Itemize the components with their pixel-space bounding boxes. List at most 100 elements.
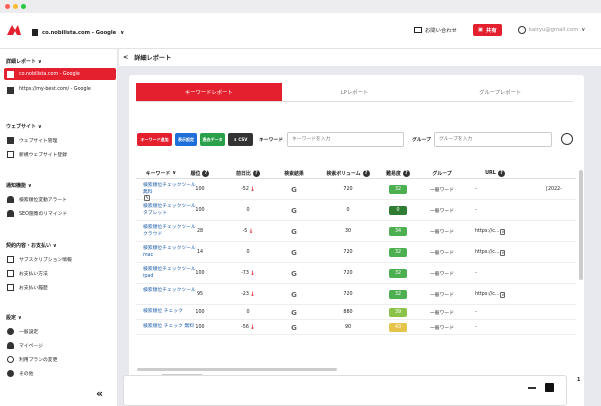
difficulty-cell: 32 [384, 242, 412, 263]
chevron-down-icon: ∨ [172, 170, 177, 176]
download-icon: ⬇ [233, 137, 237, 142]
col-difficulty[interactable]: 難易度? [384, 168, 412, 178]
sidebar-item-payment-history[interactable]: お支払い履歴 [4, 281, 116, 293]
diff-cell: -73 ↓ [241, 270, 255, 277]
group-filter-input[interactable] [434, 132, 552, 147]
url-cell[interactable]: https://c... ∨ [475, 284, 506, 305]
sidebar-item-payment-method[interactable]: お支払い方法 [4, 267, 116, 279]
back-icon[interactable]: < [123, 54, 128, 61]
google-icon[interactable]: G [279, 179, 309, 200]
url-cell[interactable]: - [475, 305, 505, 320]
col-volume[interactable]: 検索ボリューム? [321, 168, 375, 178]
difficulty-badge: 34 [389, 227, 407, 236]
site-icon [32, 29, 38, 36]
chevron-down-icon[interactable]: ∨ [500, 249, 506, 256]
past-data-button[interactable]: 過去データ [200, 133, 225, 146]
url-cell[interactable]: - [475, 200, 505, 221]
table-row: 検索順位チェックツール 無料 ✎ 100 -52 ↓ G 720 32 一般ワード - [2022- [136, 179, 576, 201]
chevron-down-icon: ∨ [581, 27, 586, 33]
google-icon[interactable]: G [279, 284, 309, 305]
sidebar-section-billing[interactable]: 契約内容・お支払い ∨ [6, 242, 57, 249]
user-avatar-icon [518, 26, 526, 34]
maximize-dot[interactable] [21, 4, 26, 9]
sidebar-item-seo-remind[interactable]: SEO施策のリマインド [4, 207, 116, 219]
vertical-scrollbar[interactable] [579, 170, 583, 280]
url-cell[interactable]: https://c... ∨ [475, 221, 506, 242]
minimize-dot[interactable] [13, 4, 18, 9]
expand-icon[interactable] [545, 383, 554, 392]
report-card: キーワードレポート LPレポート グループレポート キーワード追加 表示設定 過… [129, 75, 584, 406]
account-menu[interactable]: kairyu@gmail.com ∨ [518, 24, 585, 36]
card-icon [7, 269, 14, 277]
site-selector[interactable]: co.nobilista.com - Google ∨ [32, 29, 124, 36]
tab-keyword-report[interactable]: キーワードレポート [136, 83, 282, 102]
col-diff[interactable]: 前日比? [233, 168, 263, 178]
sidebar: 詳細レポート ∨ co.nobilista.com - Google https… [0, 49, 118, 406]
sidebar-item-mypage[interactable]: マイページ [4, 339, 116, 351]
site-name: co.nobilista.com - Google [42, 29, 117, 36]
volume-cell: 720 [343, 250, 353, 255]
sidebar-section-reports[interactable]: 詳細レポート ∨ [6, 58, 42, 65]
sidebar-item-other[interactable]: その他 [4, 367, 116, 379]
difficulty-cell: 39 [384, 305, 412, 320]
table-row: 検索順位 チェック 無料 100 -56 ↓ G 90 43 一般ワード - [136, 320, 576, 335]
col-rank[interactable]: 順位? [189, 168, 211, 178]
google-icon[interactable]: G [279, 200, 309, 221]
difficulty-cell: 32 [384, 284, 412, 305]
url-cell[interactable]: - [475, 320, 505, 335]
sidebar-section-website[interactable]: ウェブサイト ∨ [6, 123, 42, 130]
table-row: 検索順位チェックツール クラウド 28 -5 ↓ G 30 34 一般ワード https://c… [136, 221, 576, 242]
col-search-result[interactable]: 検索結果 [279, 168, 309, 178]
chevron-down-icon[interactable]: ∨ [500, 291, 506, 298]
col-group[interactable]: グループ [427, 168, 457, 178]
col-keyword[interactable]: キーワード ∨ [136, 168, 186, 178]
diff-cell: 0 [246, 310, 250, 315]
extra-cell [534, 200, 574, 221]
tab-lp-report[interactable]: LPレポート [281, 83, 428, 102]
grid-icon [7, 136, 14, 144]
rank-cell: 100 [195, 271, 205, 276]
group-cell: 一般ワード [430, 251, 454, 256]
url-cell[interactable]: https://c... ∨ [475, 242, 506, 263]
chevron-down-icon[interactable]: ∨ [500, 228, 506, 235]
sidebar-item-subscription[interactable]: サブスクリプション情報 [4, 253, 116, 265]
volume-cell: 720 [343, 292, 353, 297]
url-cell[interactable]: - [475, 263, 505, 284]
sidebar-item-rank-alert[interactable]: 検索順位変動アラート [4, 193, 116, 205]
google-icon[interactable]: G [279, 242, 309, 263]
sidebar-item-change-plan[interactable]: 利用プランの変更 [4, 353, 116, 365]
page-number[interactable]: 1 [577, 378, 580, 383]
sidebar-item-report-nobilista[interactable]: co.nobilista.com - Google [4, 68, 116, 80]
search-icon[interactable] [561, 133, 573, 145]
add-keyword-button[interactable]: キーワード追加 [137, 133, 172, 146]
col-url[interactable]: URL? [475, 168, 515, 178]
keyword-filter-input[interactable] [287, 132, 404, 147]
brand-logo-icon[interactable] [6, 23, 22, 37]
volume-cell: 30 [344, 229, 352, 234]
url-cell[interactable]: - [475, 179, 505, 200]
collapse-sidebar-icon[interactable]: « [96, 387, 103, 400]
sidebar-item-report-mybest[interactable]: https://my-best.com/ - Google [4, 83, 116, 97]
sidebar-item-website-add[interactable]: 新規ウェブサイト登録 [4, 148, 116, 160]
sidebar-section-notify[interactable]: 通知機能 ∨ [6, 182, 32, 189]
google-icon[interactable]: G [279, 320, 309, 335]
horizontal-scrollbar[interactable] [137, 368, 337, 371]
page-title: 詳細レポート [134, 55, 172, 62]
google-icon[interactable]: G [279, 221, 309, 242]
sidebar-item-website-manage[interactable]: ウェブサイト管理 [4, 134, 116, 146]
volume-cell: 720 [343, 271, 353, 276]
display-settings-button[interactable]: 表示設定 [175, 133, 197, 146]
csv-button[interactable]: ⬇ CSV [228, 133, 253, 146]
help-icon: ? [362, 169, 370, 177]
sidebar-item-general-settings[interactable]: 一般設定 [4, 325, 116, 337]
share-button[interactable]: ▣ 共有 [473, 24, 502, 36]
contact-button[interactable]: お問い合わせ [414, 24, 457, 36]
minimize-icon[interactable] [528, 387, 536, 389]
sidebar-section-settings[interactable]: 設定 ∨ [6, 314, 22, 321]
google-icon[interactable]: G [279, 263, 309, 284]
tab-group-report[interactable]: グループレポート [427, 83, 574, 102]
close-dot[interactable] [5, 4, 10, 9]
google-icon[interactable]: G [279, 305, 309, 320]
help-icon: ? [202, 169, 210, 177]
diff-cell: 0 [246, 208, 250, 213]
